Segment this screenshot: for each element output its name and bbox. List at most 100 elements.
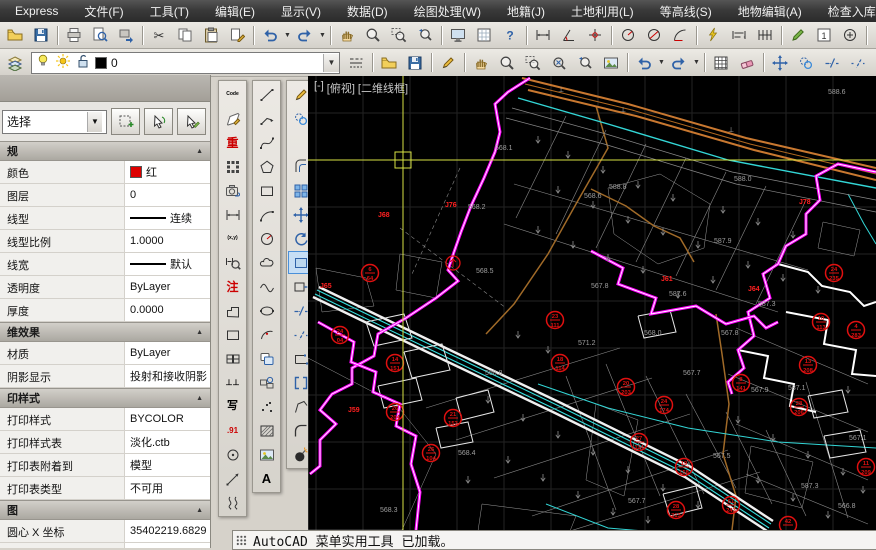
select-objects-button[interactable] xyxy=(144,108,173,135)
hatch-button[interactable] xyxy=(254,419,279,442)
menu-landuse[interactable]: 土地利用(L) xyxy=(558,0,647,22)
property-value[interactable]: 投射和接收阴影 xyxy=(125,365,210,387)
toggle-pickadd-button[interactable] xyxy=(177,108,206,135)
viewport-visual-style-control[interactable]: [二维线框] xyxy=(358,80,408,96)
table-cells-button[interactable] xyxy=(220,347,245,370)
publish-button[interactable] xyxy=(113,23,139,47)
stamp-edit-button[interactable] xyxy=(220,107,245,130)
help-button[interactable]: ? xyxy=(497,23,523,47)
paste-button[interactable] xyxy=(198,23,224,47)
zoom-button-2[interactable] xyxy=(494,51,520,75)
menu-contour[interactable]: 等高线(S) xyxy=(647,0,725,22)
polygon-button[interactable] xyxy=(254,155,279,178)
pan-button[interactable] xyxy=(334,23,360,47)
dim-style-button[interactable]: 1 xyxy=(811,23,837,47)
insert-image-button[interactable] xyxy=(254,443,279,466)
command-line-grip-icon[interactable] xyxy=(236,534,247,546)
property-value[interactable]: 红 xyxy=(125,161,210,183)
circle-button[interactable] xyxy=(254,227,279,250)
rectangle-button[interactable] xyxy=(220,323,245,346)
open-button-2[interactable] xyxy=(376,51,402,75)
map-canvas[interactable]: 24041415126204 21153261041811423111242352… xyxy=(308,76,876,530)
property-value[interactable]: 连续 xyxy=(125,207,210,229)
center-mark-button[interactable] xyxy=(837,23,863,47)
undo-button-2-dropdown[interactable]: ▼ xyxy=(657,52,666,74)
palette-title-bar[interactable] xyxy=(0,75,210,102)
property-value[interactable]: 淡化.ctb xyxy=(125,431,210,453)
section-3d-header[interactable]: 维效果 ▲ xyxy=(0,322,210,342)
code-query-button[interactable]: Code xyxy=(220,83,245,106)
arrow-segment-button[interactable] xyxy=(220,467,245,490)
undo-button[interactable] xyxy=(257,23,283,47)
arc-button[interactable] xyxy=(254,203,279,226)
quick-calc-button[interactable] xyxy=(708,51,734,75)
line-button[interactable] xyxy=(254,83,279,106)
group-button[interactable] xyxy=(254,371,279,394)
property-value[interactable]: 0 xyxy=(125,184,210,206)
redo-button[interactable] xyxy=(292,23,318,47)
zoom-window-button-2[interactable] xyxy=(520,51,546,75)
text-button[interactable]: A xyxy=(254,467,279,490)
undo-button-2[interactable] xyxy=(631,51,657,75)
xy-query-button[interactable]: (x,y) xyxy=(220,227,245,250)
copy-object-button[interactable] xyxy=(254,347,279,370)
dim-ordinate-button[interactable] xyxy=(582,23,608,47)
collapse-icon[interactable]: ▲ xyxy=(196,148,203,155)
marsh-symbol-button[interactable]: ⊥⊥ xyxy=(220,371,245,394)
menu-draw-process[interactable]: 绘图处理(W) xyxy=(401,0,494,22)
dim-continue-button[interactable] xyxy=(752,23,778,47)
open-button[interactable] xyxy=(2,23,28,47)
revcloud-button[interactable] xyxy=(254,251,279,274)
zoom-realtime-button[interactable] xyxy=(360,23,386,47)
property-value[interactable]: 1.0000 xyxy=(125,230,210,252)
selection-combo[interactable]: 选择 ▼ xyxy=(2,109,107,134)
copy-circles-button[interactable] xyxy=(793,51,819,75)
menu-cadastre[interactable]: 地籍(J) xyxy=(494,0,558,22)
dim-radius-button[interactable] xyxy=(615,23,641,47)
section-plot-header[interactable]: 印样式 ▲ xyxy=(0,388,210,408)
menu-express[interactable]: Express xyxy=(2,0,71,22)
property-value[interactable]: ByLayer xyxy=(125,276,210,298)
property-value[interactable]: 模型 xyxy=(125,454,210,476)
property-value[interactable]: 3427507.6889 xyxy=(125,543,210,548)
dim-diameter-button[interactable] xyxy=(641,23,667,47)
zoom-previous-button[interactable] xyxy=(412,23,438,47)
command-line[interactable]: AutoCAD 菜单实用工具 已加载。 xyxy=(232,530,876,550)
break-line-button-2[interactable] xyxy=(845,51,871,75)
polyline-button[interactable] xyxy=(254,107,279,130)
zoom-dim-button[interactable] xyxy=(220,251,245,274)
pan-button-2[interactable] xyxy=(468,51,494,75)
dim-angular-button[interactable] xyxy=(556,23,582,47)
dim-baseline-button[interactable] xyxy=(726,23,752,47)
elevation-note-button[interactable]: .91 xyxy=(220,419,245,442)
redraw-button[interactable]: 重 xyxy=(220,131,245,154)
sheet-set-button[interactable] xyxy=(471,23,497,47)
rectangle-button-2[interactable] xyxy=(254,179,279,202)
ellipse-button[interactable] xyxy=(254,299,279,322)
menu-data[interactable]: 数据(D) xyxy=(334,0,401,22)
properties-button[interactable] xyxy=(445,23,471,47)
save-button-2[interactable] xyxy=(402,51,428,75)
zoom-window-button[interactable] xyxy=(386,23,412,47)
help-button-2[interactable]: ? xyxy=(871,51,876,75)
point-circle-button[interactable] xyxy=(220,443,245,466)
annotate-button[interactable]: 注 xyxy=(220,275,245,298)
dim-text-edit-button[interactable] xyxy=(870,23,876,47)
chevron-down-icon[interactable]: ▼ xyxy=(323,53,339,72)
point-button[interactable] xyxy=(254,395,279,418)
redo-button-dropdown[interactable]: ▼ xyxy=(318,24,327,46)
redo-button-2[interactable] xyxy=(666,51,692,75)
copy-button[interactable] xyxy=(172,23,198,47)
save-button[interactable] xyxy=(28,23,54,47)
dim-small-button[interactable] xyxy=(220,203,245,226)
step-shape-button[interactable] xyxy=(220,299,245,322)
freehand-button[interactable] xyxy=(254,275,279,298)
grid-dots-button[interactable] xyxy=(220,155,245,178)
property-value[interactable]: BYCOLOR xyxy=(125,408,210,430)
draw-pencil-button[interactable] xyxy=(435,51,461,75)
viewport-view-control[interactable]: [俯视] xyxy=(327,80,355,96)
property-value[interactable]: ByLayer xyxy=(125,342,210,364)
spline-button[interactable] xyxy=(254,131,279,154)
property-value[interactable]: 35402219.6829 xyxy=(125,520,210,542)
collapse-icon[interactable]: ▲ xyxy=(196,507,203,514)
